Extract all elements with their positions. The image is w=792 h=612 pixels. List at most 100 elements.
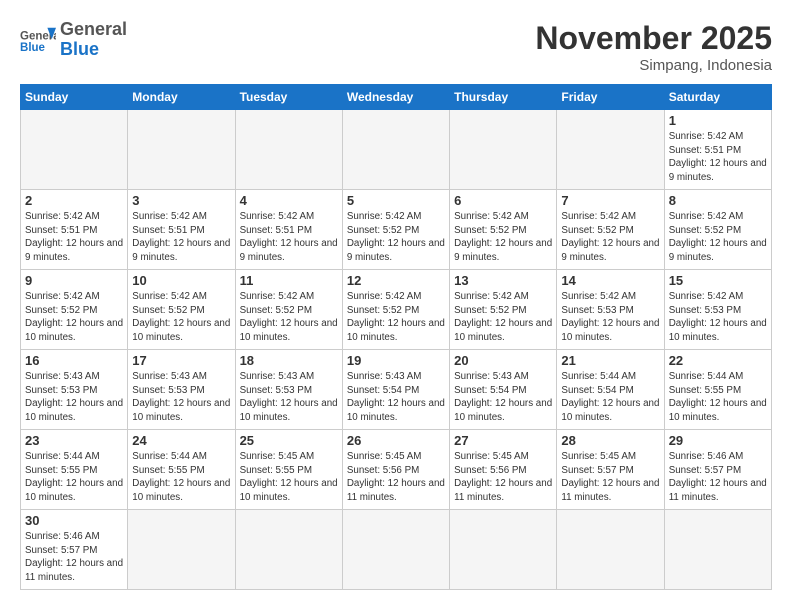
- day-number: 11: [240, 273, 338, 288]
- day-info: Sunrise: 5:42 AM Sunset: 5:51 PM Dayligh…: [132, 210, 230, 265]
- calendar-cell: [450, 110, 557, 190]
- day-info: Sunrise: 5:42 AM Sunset: 5:51 PM Dayligh…: [669, 130, 767, 185]
- day-info: Sunrise: 5:43 AM Sunset: 5:53 PM Dayligh…: [132, 370, 230, 425]
- day-number: 1: [669, 113, 767, 128]
- day-number: 24: [132, 433, 230, 448]
- day-number: 9: [25, 273, 123, 288]
- day-number: 7: [561, 193, 659, 208]
- calendar-table: SundayMondayTuesdayWednesdayThursdayFrid…: [20, 84, 772, 590]
- calendar-cell: 12 Sunrise: 5:42 AM Sunset: 5:52 PM Dayli…: [342, 270, 449, 350]
- day-number: 27: [454, 433, 552, 448]
- day-info: Sunrise: 5:43 AM Sunset: 5:54 PM Dayligh…: [454, 370, 552, 425]
- header-thursday: Thursday: [450, 85, 557, 110]
- calendar-cell: 7Sunrise: 5:42 AM Sunset: 5:52 PM Daylig…: [557, 190, 664, 270]
- logo: General Blue General Blue: [20, 20, 127, 60]
- day-info: Sunrise: 5:46 AM Sunset: 5:57 PM Dayligh…: [25, 530, 123, 585]
- header-saturday: Saturday: [664, 85, 771, 110]
- day-number: 13: [454, 273, 552, 288]
- day-info: Sunrise: 5:42 AM Sunset: 5:52 PM Dayligh…: [347, 290, 445, 345]
- calendar-cell: [128, 110, 235, 190]
- header-tuesday: Tuesday: [235, 85, 342, 110]
- calendar-cell: [21, 110, 128, 190]
- header-wednesday: Wednesday: [342, 85, 449, 110]
- calendar-cell: 9 Sunrise: 5:42 AM Sunset: 5:52 PM Daylig…: [21, 270, 128, 350]
- location-subtitle: Simpang, Indonesia: [535, 57, 772, 74]
- calendar-cell: 20 Sunrise: 5:43 AM Sunset: 5:54 PM Dayli…: [450, 350, 557, 430]
- week-row-2: 2 Sunrise: 5:42 AM Sunset: 5:51 PM Daylig…: [21, 190, 772, 270]
- day-info: Sunrise: 5:42 AM Sunset: 5:52 PM Dayligh…: [240, 290, 338, 345]
- day-number: 19: [347, 353, 445, 368]
- calendar-cell: [342, 110, 449, 190]
- calendar-cell: [235, 110, 342, 190]
- calendar-cell: 22Sunrise: 5:44 AM Sunset: 5:55 PM Dayli…: [664, 350, 771, 430]
- day-info: Sunrise: 5:43 AM Sunset: 5:54 PM Dayligh…: [347, 370, 445, 425]
- calendar-cell: 8 Sunrise: 5:42 AM Sunset: 5:52 PM Daylig…: [664, 190, 771, 270]
- week-row-5: 23 Sunrise: 5:44 AM Sunset: 5:55 PM Dayli…: [21, 430, 772, 510]
- day-number: 28: [561, 433, 659, 448]
- day-info: Sunrise: 5:44 AM Sunset: 5:54 PM Dayligh…: [561, 370, 659, 425]
- calendar-cell: 30 Sunrise: 5:46 AM Sunset: 5:57 PM Dayli…: [21, 510, 128, 590]
- day-number: 30: [25, 513, 123, 528]
- day-info: Sunrise: 5:42 AM Sunset: 5:52 PM Dayligh…: [132, 290, 230, 345]
- calendar-cell: 16Sunrise: 5:43 AM Sunset: 5:53 PM Dayli…: [21, 350, 128, 430]
- day-number: 23: [25, 433, 123, 448]
- day-number: 3: [132, 193, 230, 208]
- day-info: Sunrise: 5:42 AM Sunset: 5:52 PM Dayligh…: [25, 290, 123, 345]
- calendar-cell: 19 Sunrise: 5:43 AM Sunset: 5:54 PM Dayli…: [342, 350, 449, 430]
- header-monday: Monday: [128, 85, 235, 110]
- calendar-cell: 2Sunrise: 5:42 AM Sunset: 5:51 PM Daylig…: [21, 190, 128, 270]
- calendar-cell: 28 Sunrise: 5:45 AM Sunset: 5:57 PM Dayli…: [557, 430, 664, 510]
- day-number: 8: [669, 193, 767, 208]
- day-number: 22: [669, 353, 767, 368]
- week-row-6: 30 Sunrise: 5:46 AM Sunset: 5:57 PM Dayli…: [21, 510, 772, 590]
- week-row-4: 16 Sunrise: 5:43 AM Sunset: 5:53 PM Dayli…: [21, 350, 772, 430]
- day-number: 20: [454, 353, 552, 368]
- calendar-header-row: SundayMondayTuesdayWednesdayThursdayFrid…: [21, 85, 772, 110]
- day-info: Sunrise: 5:43 AM Sunset: 5:53 PM Dayligh…: [240, 370, 338, 425]
- day-info: Sunrise: 5:42 AM Sunset: 5:53 PM Dayligh…: [669, 290, 767, 345]
- day-number: 16: [25, 353, 123, 368]
- day-info: Sunrise: 5:44 AM Sunset: 5:55 PM Dayligh…: [25, 450, 123, 505]
- header-friday: Friday: [557, 85, 664, 110]
- month-title: November 2025: [535, 20, 772, 57]
- calendar-cell: 6Sunrise: 5:42 AM Sunset: 5:52 PM Daylig…: [450, 190, 557, 270]
- calendar-cell: 3 Sunrise: 5:42 AM Sunset: 5:51 PM Daylig…: [128, 190, 235, 270]
- day-number: 29: [669, 433, 767, 448]
- title-block: November 2025 Simpang, Indonesia: [535, 20, 772, 74]
- day-number: 25: [240, 433, 338, 448]
- day-number: 26: [347, 433, 445, 448]
- calendar-cell: [128, 510, 235, 590]
- day-number: 5: [347, 193, 445, 208]
- day-number: 10: [132, 273, 230, 288]
- logo-blue: Blue: [60, 40, 127, 60]
- calendar-cell: 13Sunrise: 5:42 AM Sunset: 5:52 PM Dayli…: [450, 270, 557, 350]
- logo-icon: General Blue: [20, 26, 56, 54]
- calendar-cell: 1 Sunrise: 5:42 AM Sunset: 5:51 PM Daylig…: [664, 110, 771, 190]
- day-info: Sunrise: 5:45 AM Sunset: 5:56 PM Dayligh…: [347, 450, 445, 505]
- calendar-cell: [557, 510, 664, 590]
- day-info: Sunrise: 5:45 AM Sunset: 5:56 PM Dayligh…: [454, 450, 552, 505]
- calendar-cell: 25Sunrise: 5:45 AM Sunset: 5:55 PM Dayli…: [235, 430, 342, 510]
- day-info: Sunrise: 5:42 AM Sunset: 5:53 PM Dayligh…: [561, 290, 659, 345]
- day-number: 18: [240, 353, 338, 368]
- day-info: Sunrise: 5:44 AM Sunset: 5:55 PM Dayligh…: [132, 450, 230, 505]
- calendar-cell: 14Sunrise: 5:42 AM Sunset: 5:53 PM Dayli…: [557, 270, 664, 350]
- day-number: 21: [561, 353, 659, 368]
- calendar-cell: 26 Sunrise: 5:45 AM Sunset: 5:56 PM Dayli…: [342, 430, 449, 510]
- calendar-cell: 27 Sunrise: 5:45 AM Sunset: 5:56 PM Dayli…: [450, 430, 557, 510]
- day-info: Sunrise: 5:42 AM Sunset: 5:52 PM Dayligh…: [669, 210, 767, 265]
- logo-general: General: [60, 20, 127, 40]
- calendar-cell: 5Sunrise: 5:42 AM Sunset: 5:52 PM Daylig…: [342, 190, 449, 270]
- calendar-cell: 29Sunrise: 5:46 AM Sunset: 5:57 PM Dayli…: [664, 430, 771, 510]
- day-info: Sunrise: 5:45 AM Sunset: 5:57 PM Dayligh…: [561, 450, 659, 505]
- week-row-3: 9 Sunrise: 5:42 AM Sunset: 5:52 PM Daylig…: [21, 270, 772, 350]
- page-header: General Blue General Blue November 2025 …: [20, 20, 772, 74]
- calendar-cell: 15Sunrise: 5:42 AM Sunset: 5:53 PM Dayli…: [664, 270, 771, 350]
- day-number: 12: [347, 273, 445, 288]
- header-sunday: Sunday: [21, 85, 128, 110]
- calendar-cell: [557, 110, 664, 190]
- calendar-cell: [450, 510, 557, 590]
- calendar-cell: [235, 510, 342, 590]
- calendar-cell: [342, 510, 449, 590]
- day-number: 2: [25, 193, 123, 208]
